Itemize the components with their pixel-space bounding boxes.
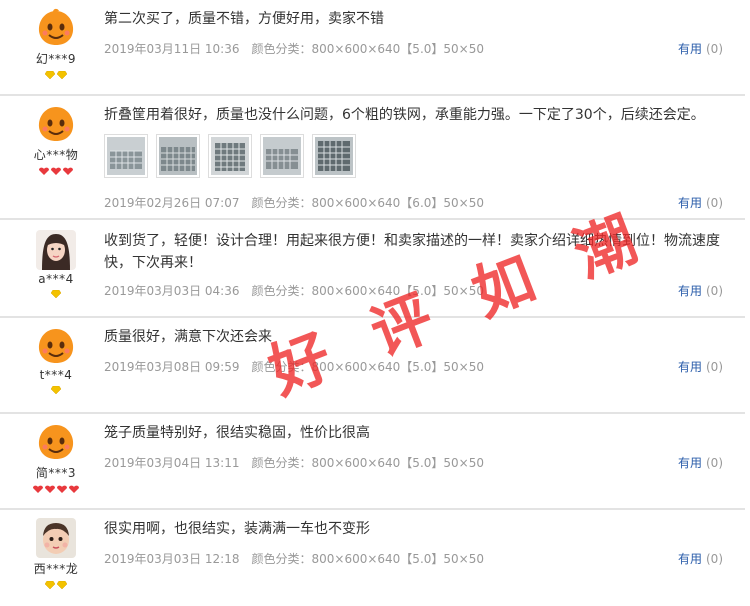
credit-badge <box>22 69 90 81</box>
review-list: 幻***9 第二次买了，质量不错，方便好用，卖家不错 2019年03月11日 1… <box>0 0 750 606</box>
sku-info: 颜色分类：800×600×640【6.0】50×50 <box>251 196 484 210</box>
review-item: 简***3 笼子质量特别好，很结实稳固，性价比很高 2019年03月04日 13… <box>0 414 745 510</box>
avatar[interactable] <box>36 230 76 270</box>
sku-info: 颜色分类：800×600×640【5.0】50×50 <box>251 456 484 470</box>
gold-diamond-icon <box>57 580 67 589</box>
username[interactable]: 西***龙 <box>22 560 90 577</box>
review-date: 2019年03月11日 10:36 <box>104 42 240 56</box>
review-date: 2019年03月03日 12:18 <box>104 552 240 566</box>
review-photo[interactable] <box>104 134 148 178</box>
helpful-vote: 有用 (0) <box>678 40 723 57</box>
avatar[interactable] <box>36 422 76 462</box>
red-heart-icon <box>57 485 67 493</box>
helpful-count: (0) <box>706 284 723 298</box>
helpful-vote: 有用 (0) <box>678 194 723 211</box>
helpful-vote: 有用 (0) <box>678 454 723 471</box>
sku-info: 颜色分类：800×600×640【5.0】50×50 <box>251 552 484 566</box>
review-photo[interactable] <box>208 134 252 178</box>
review-photo[interactable] <box>156 134 200 178</box>
helpful-button[interactable]: 有用 <box>678 284 702 298</box>
helpful-count: (0) <box>706 196 723 210</box>
helpful-vote: 有用 (0) <box>678 358 723 375</box>
helpful-vote: 有用 (0) <box>678 550 723 567</box>
review-item: t***4 质量很好，满意下次还会来 2019年03月08日 09:59 颜色分类… <box>0 318 745 414</box>
reviewer: a***4 <box>22 230 90 300</box>
avatar[interactable] <box>36 326 76 366</box>
review-photo[interactable] <box>260 134 304 178</box>
review-item: 幻***9 第二次买了，质量不错，方便好用，卖家不错 2019年03月11日 1… <box>0 0 745 96</box>
review-item: 西***龙 很实用啊，也很结实，装满满一车也不变形 2019年03月03日 12… <box>0 510 745 606</box>
review-meta: 2019年03月08日 09:59 颜色分类：800×600×640【5.0】50… <box>104 358 484 375</box>
avatar[interactable] <box>36 518 76 558</box>
review-meta: 2019年02月26日 07:07 颜色分类：800×600×640【6.0】50… <box>104 194 484 211</box>
credit-badge <box>22 288 90 300</box>
review-date: 2019年03月08日 09:59 <box>104 360 240 374</box>
red-heart-icon <box>69 485 79 493</box>
helpful-button[interactable]: 有用 <box>678 552 702 566</box>
review-meta: 2019年03月11日 10:36 颜色分类：800×600×640【5.0】50… <box>104 40 484 57</box>
review-text: 笼子质量特别好，很结实稳固，性价比很高 <box>104 425 370 441</box>
review-item: a***4 收到货了，轻便！设计合理！用起来很方便！和卖家描述的一样！卖家介绍详… <box>0 220 745 318</box>
helpful-count: (0) <box>706 42 723 56</box>
review-date: 2019年02月26日 07:07 <box>104 196 240 210</box>
reviewer: 幻***9 <box>22 8 90 81</box>
helpful-button[interactable]: 有用 <box>678 456 702 470</box>
helpful-count: (0) <box>706 552 723 566</box>
red-heart-icon <box>63 167 73 175</box>
avatar[interactable] <box>36 8 76 48</box>
username[interactable]: 简***3 <box>22 464 90 481</box>
review-photos <box>104 134 364 182</box>
username[interactable]: 心***物 <box>22 146 90 163</box>
review-text: 折叠筐用着很好，质量也没什么问题，6个粗的铁网，承重能力强。一下定了30个，后续… <box>104 107 705 123</box>
review-date: 2019年03月04日 13:11 <box>104 456 240 470</box>
gold-diamond-icon <box>45 70 55 79</box>
sku-info: 颜色分类：800×600×640【5.0】50×50 <box>251 42 484 56</box>
gold-diamond-icon <box>57 70 67 79</box>
username[interactable]: a***4 <box>22 272 90 286</box>
review-photo[interactable] <box>312 134 356 178</box>
reviewer: t***4 <box>22 326 90 396</box>
credit-badge <box>22 165 90 177</box>
red-heart-icon <box>33 485 43 493</box>
red-heart-icon <box>51 167 61 175</box>
review-date: 2019年03月03日 04:36 <box>104 284 240 298</box>
avatar[interactable] <box>36 104 76 144</box>
review-meta: 2019年03月03日 04:36 颜色分类：800×600×640【5.0】50… <box>104 282 484 299</box>
review-meta: 2019年03月04日 13:11 颜色分类：800×600×640【5.0】50… <box>104 454 484 471</box>
red-heart-icon <box>45 485 55 493</box>
reviewer: 西***龙 <box>22 518 90 591</box>
sku-info: 颜色分类：800×600×640【5.0】50×50 <box>251 360 484 374</box>
gold-diamond-icon <box>45 580 55 589</box>
review-text: 很实用啊，也很结实，装满满一车也不变形 <box>104 521 370 537</box>
gold-diamond-icon <box>51 289 61 298</box>
gold-diamond-icon <box>51 385 61 394</box>
review-text: 第二次买了，质量不错，方便好用，卖家不错 <box>104 11 384 27</box>
credit-badge <box>22 579 90 591</box>
helpful-vote: 有用 (0) <box>678 282 723 299</box>
review-text: 质量很好，满意下次还会来 <box>104 329 272 345</box>
review-item: 心***物 折叠筐用着很好，质量也没什么问题，6个粗的铁网，承重能力强。一下定了… <box>0 96 745 220</box>
helpful-count: (0) <box>706 456 723 470</box>
sku-info: 颜色分类：800×600×640【5.0】50×50 <box>251 284 484 298</box>
reviewer: 心***物 <box>22 104 90 177</box>
helpful-button[interactable]: 有用 <box>678 196 702 210</box>
reviewer: 简***3 <box>22 422 90 495</box>
helpful-count: (0) <box>706 360 723 374</box>
username[interactable]: 幻***9 <box>22 50 90 67</box>
credit-badge <box>22 384 90 396</box>
credit-badge <box>22 483 90 495</box>
red-heart-icon <box>39 167 49 175</box>
review-text: 收到货了，轻便！设计合理！用起来很方便！和卖家描述的一样！卖家介绍详细热情到位！… <box>104 233 720 271</box>
helpful-button[interactable]: 有用 <box>678 360 702 374</box>
username[interactable]: t***4 <box>22 368 90 382</box>
helpful-button[interactable]: 有用 <box>678 42 702 56</box>
review-meta: 2019年03月03日 12:18 颜色分类：800×600×640【5.0】50… <box>104 550 484 567</box>
